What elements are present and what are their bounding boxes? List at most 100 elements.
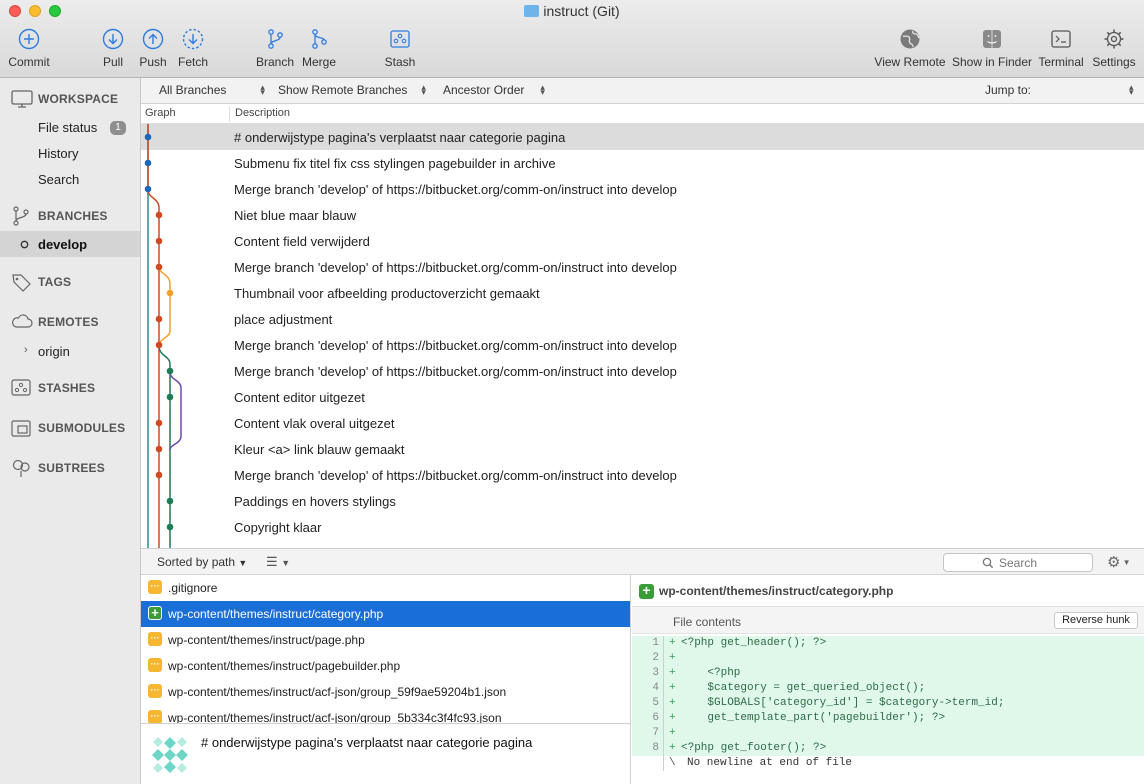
diff-line: 5 + $GLOBALS['category_id'] = $category->… xyxy=(632,696,1144,711)
show-in-finder-button[interactable]: Show in Finder xyxy=(951,28,1033,74)
diff-view: + wp-content/themes/instruct/category.ph… xyxy=(632,575,1144,784)
diff-line-no-newline: \ No newline at end of file xyxy=(632,756,1144,771)
description-column-header[interactable]: Description xyxy=(235,107,290,119)
commit-button[interactable]: Commit xyxy=(6,28,52,74)
commit-row[interactable]: Merge branch 'develop' of https://bitbuc… xyxy=(141,176,1144,202)
order-select[interactable]: Ancestor Order ▴ ▾ xyxy=(443,83,545,98)
view-remote-button[interactable]: View Remote xyxy=(874,28,946,74)
file-row[interactable]: ··· wp-content/themes/instruct/page.php xyxy=(141,627,630,653)
reverse-hunk-button[interactable]: Reverse hunk xyxy=(1054,612,1138,629)
commit-row[interactable]: Merge branch 'develop' of https://bitbuc… xyxy=(141,358,1144,384)
window-toolbar: instruct (Git) Commit Pull Push Fetch Br… xyxy=(0,0,1144,78)
commit-list-header: Graph Description xyxy=(141,104,1144,124)
file-row[interactable]: ··· .gitignore xyxy=(141,575,630,601)
commit-dot xyxy=(155,237,163,245)
pull-icon xyxy=(102,28,124,50)
commit-dot xyxy=(155,211,163,219)
changed-files-list: ··· .gitignore + wp-content/themes/instruc… xyxy=(141,575,631,723)
commit-icon xyxy=(18,28,40,50)
commit-dot xyxy=(155,315,163,323)
added-file-icon: + xyxy=(148,606,162,620)
graph-column-header[interactable]: Graph xyxy=(145,107,176,119)
settings-button[interactable]: Settings xyxy=(1090,28,1138,74)
modified-file-icon: ··· xyxy=(148,580,162,594)
commit-row[interactable]: Kleur <a> link blauw gemaakt xyxy=(141,436,1144,462)
commit-row[interactable]: Copyright klaar xyxy=(141,514,1144,540)
remote-branches-select[interactable]: Show Remote Branches ▴ ▾ xyxy=(278,83,426,98)
cloud-icon xyxy=(12,314,33,328)
commit-message: # onderwijstype pagina's verplaatst naar… xyxy=(201,735,533,750)
pull-button[interactable]: Pull xyxy=(95,28,131,74)
added-file-icon: + xyxy=(639,583,654,599)
commit-row[interactable]: Content vlak overal uitgezet xyxy=(141,410,1144,436)
modified-file-icon: ··· xyxy=(148,684,162,698)
file-row[interactable]: ··· wp-content/themes/instruct/acf-json/g… xyxy=(141,705,630,723)
commit-row[interactable]: Paddings en hovers stylings xyxy=(141,488,1144,514)
push-button[interactable]: Push xyxy=(135,28,171,74)
push-icon xyxy=(142,28,164,50)
graph-lane-purple xyxy=(169,371,182,451)
chevron-right-icon[interactable]: › xyxy=(24,344,28,356)
merge-button[interactable]: Merge xyxy=(298,28,340,74)
commit-row[interactable]: Niet blue maar blauw xyxy=(141,202,1144,228)
commit-row[interactable]: Merge branch 'develop' of https://bitbuc… xyxy=(141,254,1144,280)
submodule-icon xyxy=(11,420,31,437)
sort-select[interactable]: Sorted by path ▼ xyxy=(157,555,247,569)
commit-row[interactable]: Content field verwijderd xyxy=(141,228,1144,254)
sidebar-item-origin[interactable]: origin xyxy=(38,344,70,359)
sidebar-item-history[interactable]: History xyxy=(38,146,78,161)
monitor-icon xyxy=(11,90,33,108)
sidebar-item-search[interactable]: Search xyxy=(38,172,79,187)
diff-line: 3 + <?php xyxy=(632,666,1144,681)
commit-dot xyxy=(144,159,152,167)
chevron-down-icon: ▼ xyxy=(238,558,248,568)
updown-chevron-icon: ▴ ▾ xyxy=(1129,82,1134,97)
commit-list: # onderwijstype pagina's verplaatst naar… xyxy=(141,124,1144,548)
diff-file-path: wp-content/themes/instruct/category.php xyxy=(659,584,894,598)
terminal-button[interactable]: Terminal xyxy=(1036,28,1086,74)
graph-lane-orange xyxy=(158,266,171,347)
commit-dot xyxy=(166,367,174,375)
fetch-button[interactable]: Fetch xyxy=(173,28,213,74)
commit-row[interactable]: place adjustment xyxy=(141,306,1144,332)
branch-button[interactable]: Branch xyxy=(254,28,296,74)
search-icon xyxy=(982,557,994,569)
subtree-icon xyxy=(12,459,30,477)
commit-dot xyxy=(144,133,152,141)
commit-row[interactable]: Merge branch 'develop' of https://bitbuc… xyxy=(141,332,1144,358)
commit-row[interactable]: Submenu fix titel fix css stylingen page… xyxy=(141,150,1144,176)
commit-dot xyxy=(155,341,163,349)
file-search-input[interactable]: Search xyxy=(943,553,1093,572)
commit-row[interactable]: # onderwijstype pagina's verplaatst naar… xyxy=(141,124,1144,150)
gear-icon[interactable]: ⚙ ▼ xyxy=(1107,553,1131,571)
diff-line: 8 + <?php get_footer(); ?> xyxy=(632,741,1144,756)
stash-button[interactable]: Stash xyxy=(380,28,420,74)
window-title: instruct (Git) xyxy=(0,3,1144,19)
commit-dot xyxy=(144,185,152,193)
file-row[interactable]: ··· wp-content/themes/instruct/pagebuilde… xyxy=(141,653,630,679)
commit-details: # onderwijstype pagina's verplaatst naar… xyxy=(141,723,631,784)
file-row[interactable]: ··· wp-content/themes/instruct/acf-json/g… xyxy=(141,679,630,705)
jump-to-label: Jump to: xyxy=(985,83,1032,97)
commit-row[interactable]: Content editor uitgezet xyxy=(141,384,1144,410)
fetch-icon xyxy=(182,28,204,50)
sidebar-item-file-status[interactable]: File status xyxy=(38,120,97,135)
file-status-count-badge: 1 xyxy=(110,121,126,135)
view-mode-select[interactable]: ☰ ▼ xyxy=(266,554,290,570)
diff-file-header: + wp-content/themes/instruct/category.ph… xyxy=(632,575,1144,607)
commit-row[interactable]: Thumbnail voor afbeelding productoverzic… xyxy=(141,280,1144,306)
jump-to-select[interactable]: ▴ ▾ xyxy=(1123,83,1134,97)
commit-dot xyxy=(155,471,163,479)
diff-line: 2 + xyxy=(632,651,1144,666)
terminal-icon xyxy=(1051,30,1071,48)
file-row[interactable]: + wp-content/themes/instruct/category.php xyxy=(141,601,630,627)
branches-filter-select[interactable]: All Branches ▴ ▾ xyxy=(159,83,265,98)
hunk-title: File contents xyxy=(673,615,742,629)
current-branch-icon xyxy=(20,240,29,249)
chevron-down-icon: ▼ xyxy=(281,558,291,568)
commit-dot xyxy=(166,523,174,531)
commit-graph xyxy=(144,124,182,548)
commit-row[interactable]: Merge branch 'develop' of https://bitbuc… xyxy=(141,462,1144,488)
diff-line: 4 + $category = get_queried_object(); xyxy=(632,681,1144,696)
sidebar-item-develop[interactable]: develop xyxy=(0,231,140,257)
